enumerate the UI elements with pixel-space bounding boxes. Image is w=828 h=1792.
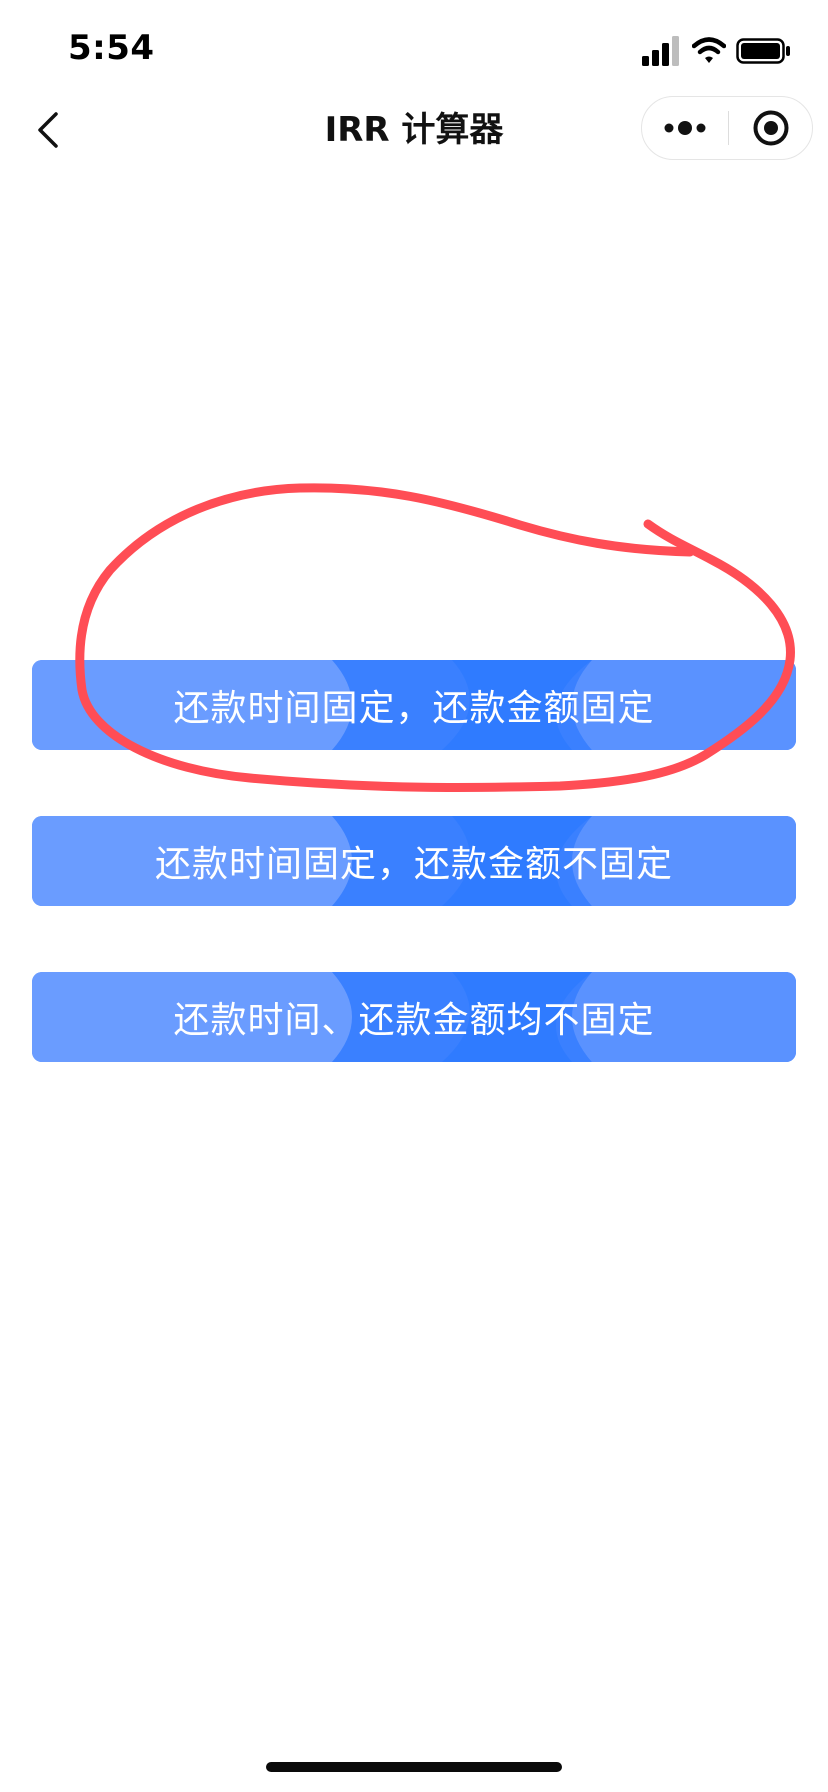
cellular-signal-icon	[642, 36, 679, 66]
option-fixed-time-fixed-amount[interactable]: 还款时间固定，还款金额固定	[32, 660, 796, 750]
home-indicator	[266, 1762, 562, 1772]
status-bar: 5:54	[0, 0, 828, 100]
close-button[interactable]	[729, 97, 813, 159]
option-list: 还款时间固定，还款金额固定 还款时间固定，还款金额不固定 还款时间、还款金额均不…	[32, 660, 796, 1128]
more-button[interactable]	[642, 97, 728, 159]
option-label: 还款时间固定，还款金额不固定	[154, 844, 673, 885]
status-time: 5:54	[68, 28, 155, 68]
option-label: 还款时间固定，还款金额固定	[173, 688, 655, 729]
battery-icon	[736, 38, 790, 64]
capsule-menu	[641, 96, 813, 160]
wifi-icon	[692, 37, 726, 63]
more-dots-icon	[664, 121, 706, 135]
screen: 5:54 IRR 计算器 还款时间固定，还款金额固定 还款时间固定，还款金额不固…	[0, 0, 828, 1792]
option-variable-time-variable-amount[interactable]: 还款时间、还款金额均不固定	[32, 972, 796, 1062]
target-circle-icon	[753, 110, 789, 146]
status-icons	[642, 34, 792, 68]
option-label: 还款时间、还款金额均不固定	[173, 1000, 655, 1041]
option-fixed-time-variable-amount[interactable]: 还款时间固定，还款金额不固定	[32, 816, 796, 906]
nav-bar: IRR 计算器	[0, 90, 828, 170]
